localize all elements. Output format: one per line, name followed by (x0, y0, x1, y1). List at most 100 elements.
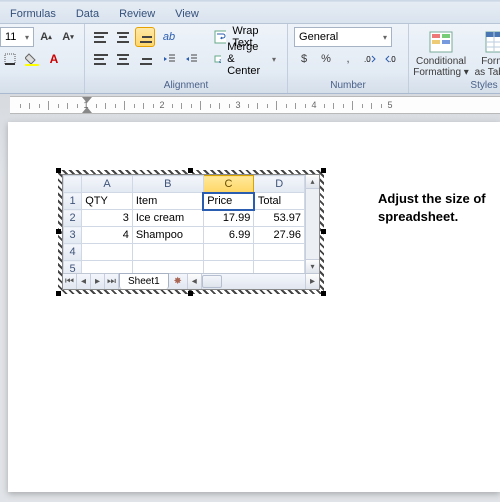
merge-icon: a (214, 52, 221, 66)
cell-b2[interactable]: Ice cream (132, 210, 203, 227)
cell-a4[interactable] (82, 244, 133, 261)
cell-d2[interactable]: 53.97 (254, 210, 305, 227)
instruction-caption: Adjust the size of spreadsheet. (378, 190, 486, 226)
resize-handle-bottom-right[interactable] (321, 291, 326, 296)
hscroll-thumb[interactable] (202, 275, 222, 288)
group-styles-label: Styles (415, 79, 500, 93)
cell-c2[interactable]: 17.99 (203, 210, 254, 227)
row-header-3[interactable]: 3 (64, 227, 82, 244)
row-header-2[interactable]: 2 (64, 210, 82, 227)
sheet-nav-prev[interactable]: ◂ (77, 274, 91, 289)
svg-text:.0: .0 (364, 55, 371, 64)
resize-handle-bottom-left[interactable] (56, 291, 61, 296)
number-format-dropdown[interactable]: General ▾ (294, 27, 392, 47)
column-header-a[interactable]: A (82, 176, 133, 193)
cell-b3[interactable]: Shampoo (132, 227, 203, 244)
ruler-number: 2 (159, 100, 164, 110)
chevron-down-icon: ▾ (25, 33, 29, 42)
font-color-button[interactable]: A (44, 49, 64, 69)
border-button[interactable] (0, 49, 20, 69)
resize-handle-top-right[interactable] (321, 168, 326, 173)
resize-handle-bottom[interactable] (188, 291, 193, 296)
grow-font-button[interactable]: A▴ (36, 27, 56, 47)
font-size-value: 11 (5, 31, 16, 43)
spreadsheet-grid[interactable]: A B C D 1 QTY Item Price Total (63, 175, 305, 273)
tab-formulas[interactable]: Formulas (0, 8, 66, 23)
select-all-corner[interactable] (64, 176, 82, 193)
group-number: General ▾ $ % , .0 .0 Number (288, 24, 409, 93)
cell-c4[interactable] (203, 244, 254, 261)
merge-center-label: Merge & Center (227, 41, 267, 77)
tab-data[interactable]: Data (66, 8, 109, 23)
cell-a3[interactable]: 4 (82, 227, 133, 244)
cell-d1[interactable]: Total (254, 193, 305, 210)
format-as-table-button[interactable]: Formatas Table ▾ (471, 27, 500, 79)
cell-d3[interactable]: 27.96 (254, 227, 305, 244)
scroll-left-icon[interactable]: ◂ (188, 274, 202, 289)
chevron-down-icon: ▾ (383, 33, 387, 42)
align-top-button[interactable] (91, 27, 111, 47)
svg-text:.0: .0 (389, 55, 396, 64)
cell-d4[interactable] (254, 244, 305, 261)
cell-b1[interactable]: Item (132, 193, 203, 210)
cell-d5[interactable] (254, 261, 305, 274)
align-right-button[interactable] (135, 49, 155, 69)
row-header-4[interactable]: 4 (64, 244, 82, 261)
new-sheet-button[interactable]: ✸ (169, 274, 187, 289)
cell-b4[interactable] (132, 244, 203, 261)
svg-text:a: a (219, 58, 221, 65)
align-center-button[interactable] (113, 49, 133, 69)
cell-b5[interactable] (132, 261, 203, 274)
sheet-nav-next[interactable]: ▸ (91, 274, 105, 289)
ruler-number: 1 (83, 100, 88, 110)
orientation-button[interactable]: ab (159, 27, 179, 47)
comma-button[interactable]: , (338, 49, 358, 69)
scroll-up-icon[interactable]: ▴ (306, 175, 319, 189)
align-middle-button[interactable] (113, 27, 133, 47)
sheet-tab-bar: ⏮ ◂ ▸ ⏭ Sheet1 ✸ ◂ ▸ (63, 273, 319, 289)
row-header-1[interactable]: 1 (64, 193, 82, 210)
align-bottom-button[interactable] (135, 27, 155, 47)
horizontal-ruler[interactable]: 12345 (10, 96, 500, 114)
percent-button[interactable]: % (316, 49, 336, 69)
vertical-scrollbar[interactable]: ▴ ▾ (305, 175, 319, 273)
indent-increase-button[interactable] (181, 49, 201, 69)
embedded-spreadsheet-object[interactable]: A B C D 1 QTY Item Price Total (62, 174, 320, 290)
resize-handle-right[interactable] (321, 229, 326, 234)
cell-c3[interactable]: 6.99 (203, 227, 254, 244)
column-header-d[interactable]: D (254, 176, 305, 193)
conditional-formatting-button[interactable]: ConditionalFormatting ▾ (415, 27, 467, 79)
ruler-number: 3 (235, 100, 240, 110)
wrap-text-icon (214, 30, 226, 44)
currency-button[interactable]: $ (294, 49, 314, 69)
tab-view[interactable]: View (165, 8, 209, 23)
horizontal-scrollbar[interactable]: ◂ ▸ (187, 274, 319, 289)
column-header-c[interactable]: C (203, 176, 254, 193)
cell-a1[interactable]: QTY (82, 193, 133, 210)
align-left-button[interactable] (91, 49, 111, 69)
resize-handle-left[interactable] (56, 229, 61, 234)
sheet-nav-first[interactable]: ⏮ (63, 274, 77, 289)
scroll-down-icon[interactable]: ▾ (306, 259, 319, 273)
number-format-value: General (299, 31, 338, 43)
resize-handle-top[interactable] (188, 168, 193, 173)
cell-a5[interactable] (82, 261, 133, 274)
sheet-nav-last[interactable]: ⏭ (105, 274, 119, 289)
scroll-right-icon[interactable]: ▸ (305, 274, 319, 289)
fill-color-button[interactable] (22, 49, 42, 69)
sheet-tab-active[interactable]: Sheet1 (119, 273, 169, 289)
cell-c1[interactable]: Price (203, 193, 254, 210)
increase-decimal-button[interactable]: .0 (360, 49, 380, 69)
cell-a2[interactable]: 3 (82, 210, 133, 227)
shrink-font-button[interactable]: A▾ (58, 27, 78, 47)
merge-center-button[interactable]: a Merge & Center ▾ (209, 49, 281, 69)
decrease-decimal-button[interactable]: .0 (382, 49, 402, 69)
cell-c5[interactable] (203, 261, 254, 274)
row-header-5[interactable]: 5 (64, 261, 82, 274)
resize-handle-top-left[interactable] (56, 168, 61, 173)
tab-review[interactable]: Review (109, 8, 165, 23)
font-size-dropdown[interactable]: 11 ▾ (0, 27, 34, 47)
column-header-b[interactable]: B (132, 176, 203, 193)
ruler-number: 4 (311, 100, 316, 110)
indent-decrease-button[interactable] (159, 49, 179, 69)
